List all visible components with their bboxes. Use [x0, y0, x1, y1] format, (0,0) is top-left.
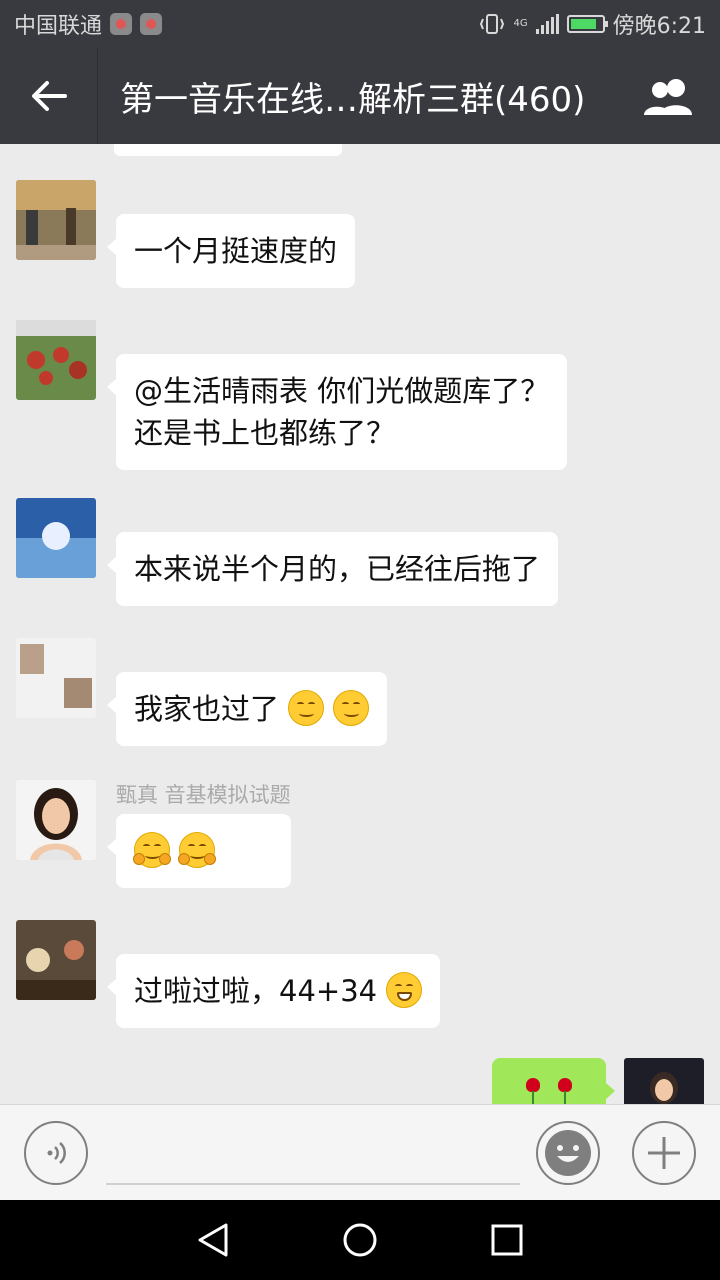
message-item: 一个月挺速度的	[16, 180, 356, 288]
message-bubble[interactable]: 一个月挺速度的	[106, 214, 356, 288]
avatar-image	[16, 498, 96, 578]
arrow-left-icon	[31, 81, 67, 111]
message-bubble[interactable]: 我家也过了	[106, 672, 388, 746]
message-item: 过啦过啦，44+34	[16, 920, 441, 1028]
chat-header: 第一音乐在线…解析三群(460)	[0, 48, 720, 144]
nav-back-icon	[198, 1223, 228, 1257]
message-text: @生活晴雨表 你们光做题库了？	[134, 374, 550, 408]
back-button[interactable]	[0, 48, 98, 144]
group-members-icon	[644, 79, 692, 115]
message-body: 甄真 音基模拟试题	[107, 780, 291, 888]
nav-home-icon	[343, 1223, 377, 1257]
emoji-icon	[545, 1130, 591, 1176]
status-right: 4G 傍晚6:21	[479, 8, 706, 40]
voice-button[interactable]	[24, 1121, 88, 1185]
message-body: 过啦过啦，44+34	[106, 920, 441, 1028]
message-text: 过啦过啦，44+34	[134, 974, 378, 1008]
voice-icon	[47, 1142, 66, 1164]
message-item: 甄真 音基模拟试题	[16, 780, 291, 888]
carrier-name: 中国联通	[14, 14, 103, 39]
message-body: 我家也过了	[106, 638, 388, 746]
group-members-button[interactable]	[620, 48, 720, 144]
my-message-bubble[interactable]	[492, 1058, 615, 1104]
message-body: 本来说半个月的，已经往后拖了	[106, 498, 559, 606]
avatar[interactable]	[16, 638, 96, 718]
message-input[interactable]	[106, 1121, 520, 1185]
message-text-line-2: 还是书上也都练了？	[134, 416, 396, 450]
avatar-image	[16, 180, 96, 260]
message-bubble[interactable]: 本来说半个月的，已经往后拖了	[106, 532, 559, 606]
avatar-image	[16, 920, 96, 1000]
emoji-button[interactable]	[536, 1121, 600, 1185]
chat-title: 第一音乐在线…解析三群(460)	[120, 79, 586, 120]
message-item: 我家也过了	[16, 638, 388, 746]
message-body: 一个月挺速度的	[106, 180, 356, 288]
message-item: @生活晴雨表 你们光做题库了？ 还是书上也都练了？	[16, 320, 568, 470]
avatar[interactable]	[16, 498, 96, 578]
avatar-image	[624, 1058, 704, 1104]
hug-emoji	[178, 832, 217, 868]
signal-icon	[535, 14, 559, 34]
avatar[interactable]	[16, 320, 96, 400]
nav-home-button[interactable]	[330, 1210, 390, 1270]
message-bubble[interactable]: 过啦过啦，44+34	[106, 954, 441, 1028]
system-nav-bar	[0, 1200, 720, 1280]
sender-name: 甄真 音基模拟试题	[116, 783, 291, 807]
sender-name	[116, 920, 440, 954]
input-bar	[0, 1104, 720, 1200]
rose-icon	[523, 1078, 543, 1104]
nav-recent-icon	[491, 1224, 523, 1256]
status-time: 傍晚6:21	[612, 14, 706, 39]
message-bubble[interactable]	[107, 814, 291, 888]
avatar[interactable]	[16, 780, 96, 860]
message-text: 我家也过了	[134, 692, 280, 726]
message-list[interactable]: 一个月挺速度的 @生活晴雨表 你们光做题库了？ 还是书上也都练了？ 本来说半个月…	[0, 144, 720, 1104]
notification-icon	[140, 13, 163, 35]
message-item: 本来说半个月的，已经往后拖了	[16, 498, 559, 606]
my-message-item	[492, 1058, 704, 1104]
network-type: 4G	[513, 18, 528, 29]
avatar-image	[16, 638, 96, 718]
sender-name	[116, 180, 355, 214]
message-text: 本来说半个月的，已经往后拖了	[134, 552, 541, 586]
smile-emoji	[288, 690, 325, 726]
hug-emoji	[133, 832, 171, 868]
message-text: 一个月挺速度的	[134, 234, 338, 268]
sender-name	[116, 638, 387, 672]
vibrate-icon	[480, 14, 505, 34]
grin-emoji	[386, 972, 423, 1008]
status-left: 中国联通	[14, 8, 163, 40]
previous-message-bubble	[114, 144, 342, 156]
nav-back-button[interactable]	[183, 1210, 243, 1270]
message-body: @生活晴雨表 你们光做题库了？ 还是书上也都练了？	[106, 320, 568, 470]
my-avatar[interactable]	[624, 1058, 704, 1104]
smile-emoji	[333, 690, 370, 726]
avatar[interactable]	[16, 920, 96, 1000]
avatar[interactable]	[16, 180, 96, 260]
nav-recent-button[interactable]	[477, 1210, 537, 1270]
status-bar: 中国联通 4G 傍晚6:21	[0, 0, 720, 48]
more-options-button[interactable]	[632, 1121, 696, 1185]
notification-icon	[110, 13, 133, 35]
sender-name	[116, 498, 558, 532]
message-bubble[interactable]: @生活晴雨表 你们光做题库了？ 还是书上也都练了？	[106, 354, 568, 470]
avatar-image	[16, 780, 96, 860]
plus-icon	[648, 1137, 680, 1169]
avatar-image	[16, 320, 96, 400]
battery-icon	[566, 15, 608, 33]
sender-name	[116, 320, 567, 354]
rose-icon	[555, 1078, 575, 1104]
